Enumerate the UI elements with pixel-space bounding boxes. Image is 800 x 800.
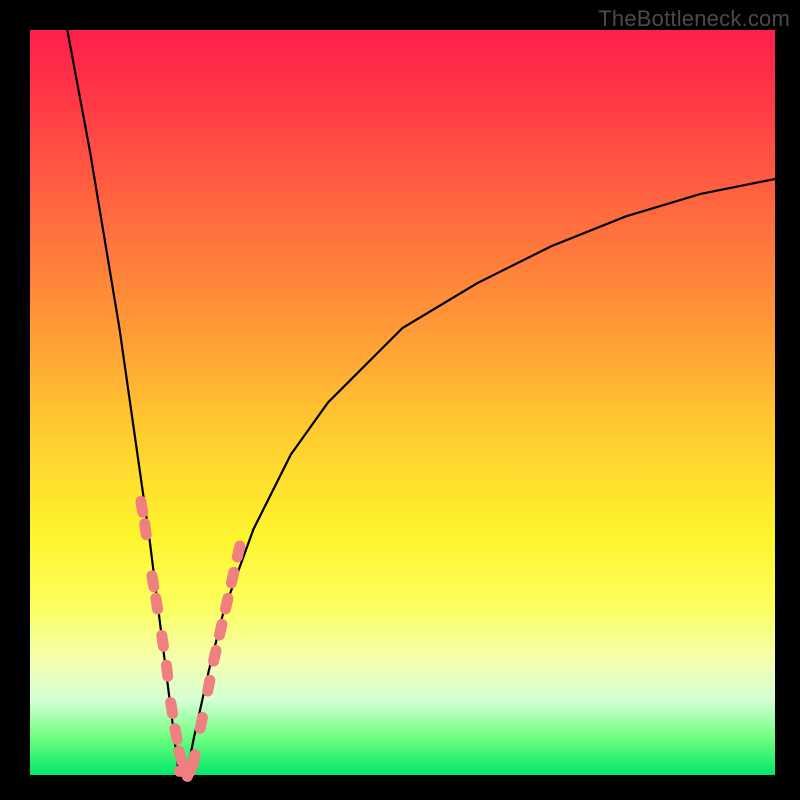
bottleneck-curve-path xyxy=(67,30,775,775)
data-marker xyxy=(156,629,170,652)
data-marker xyxy=(213,618,229,642)
plot-area xyxy=(30,30,775,775)
data-marker xyxy=(207,644,223,668)
curve-svg xyxy=(30,30,775,775)
data-marker xyxy=(160,659,174,682)
data-marker xyxy=(219,592,235,616)
data-marker xyxy=(139,517,153,540)
data-marker xyxy=(201,674,216,698)
data-marker xyxy=(168,722,183,746)
bottleneck-curve xyxy=(67,30,775,775)
data-marker xyxy=(146,570,160,594)
watermark-text: TheBottleneck.com xyxy=(598,6,790,32)
chart-frame: TheBottleneck.com xyxy=(0,0,800,800)
data-marker xyxy=(194,711,209,735)
marker-group xyxy=(135,495,247,784)
data-marker xyxy=(135,495,149,519)
data-marker xyxy=(164,696,179,720)
data-marker xyxy=(225,566,241,590)
data-marker xyxy=(150,592,164,615)
data-marker xyxy=(231,540,247,564)
data-marker xyxy=(186,748,201,772)
